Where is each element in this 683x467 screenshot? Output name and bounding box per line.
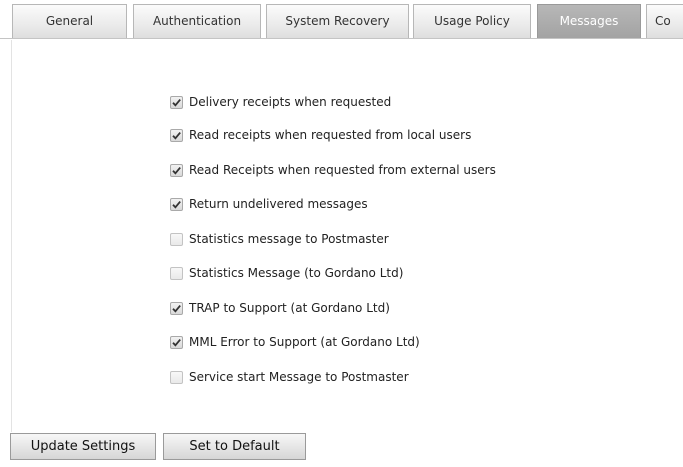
option-label: Service start Message to Postmaster [189, 370, 409, 384]
option-row: Delivery receipts when requested [170, 92, 391, 112]
option-label: MML Error to Support (at Gordano Ltd) [189, 335, 420, 349]
option-row: Read receipts when requested from local … [170, 125, 471, 145]
option-label: Read Receipts when requested from extern… [189, 163, 496, 177]
option-row: Statistics message to Postmaster [170, 229, 389, 249]
tab-messages[interactable]: Messages [537, 4, 641, 38]
option-row: TRAP to Support (at Gordano Ltd) [170, 298, 390, 318]
checkbox-read-receipts-local[interactable] [170, 128, 183, 142]
tab-system-recovery[interactable]: System Recovery [266, 4, 409, 38]
panel-border [11, 40, 12, 432]
checkbox-statistics-gordano[interactable] [170, 266, 183, 280]
option-label: Delivery receipts when requested [189, 95, 392, 109]
tab-bar: General Authentication System Recovery U… [0, 0, 683, 40]
option-label: TRAP to Support (at Gordano Ltd) [189, 301, 390, 315]
option-row: MML Error to Support (at Gordano Ltd) [170, 332, 420, 352]
tab-usage-policy[interactable]: Usage Policy [413, 4, 531, 38]
option-label: Statistics message to Postmaster [189, 232, 389, 246]
checkbox-service-start-postmaster[interactable] [170, 370, 183, 384]
tab-co[interactable]: Co [646, 4, 683, 38]
option-row: Read Receipts when requested from extern… [170, 160, 496, 180]
tab-general[interactable]: General [12, 4, 127, 38]
option-label: Read receipts when requested from local … [189, 128, 472, 142]
option-label: Return undelivered messages [189, 197, 368, 211]
option-row: Service start Message to Postmaster [170, 367, 409, 387]
update-settings-button[interactable]: Update Settings [10, 433, 156, 460]
set-to-default-button[interactable]: Set to Default [163, 433, 306, 460]
tab-authentication[interactable]: Authentication [133, 4, 261, 38]
checkbox-mml-error-support[interactable] [170, 335, 183, 349]
option-row: Return undelivered messages [170, 194, 368, 214]
checkbox-read-receipts-external[interactable] [170, 163, 183, 177]
checkbox-trap-support[interactable] [170, 301, 183, 315]
option-label: Statistics Message (to Gordano Ltd) [189, 266, 404, 280]
checkbox-delivery-receipts[interactable] [170, 95, 183, 109]
checkbox-statistics-postmaster[interactable] [170, 232, 183, 246]
checkbox-return-undelivered[interactable] [170, 197, 183, 211]
option-row: Statistics Message (to Gordano Ltd) [170, 263, 403, 283]
tab-divider [0, 38, 683, 39]
